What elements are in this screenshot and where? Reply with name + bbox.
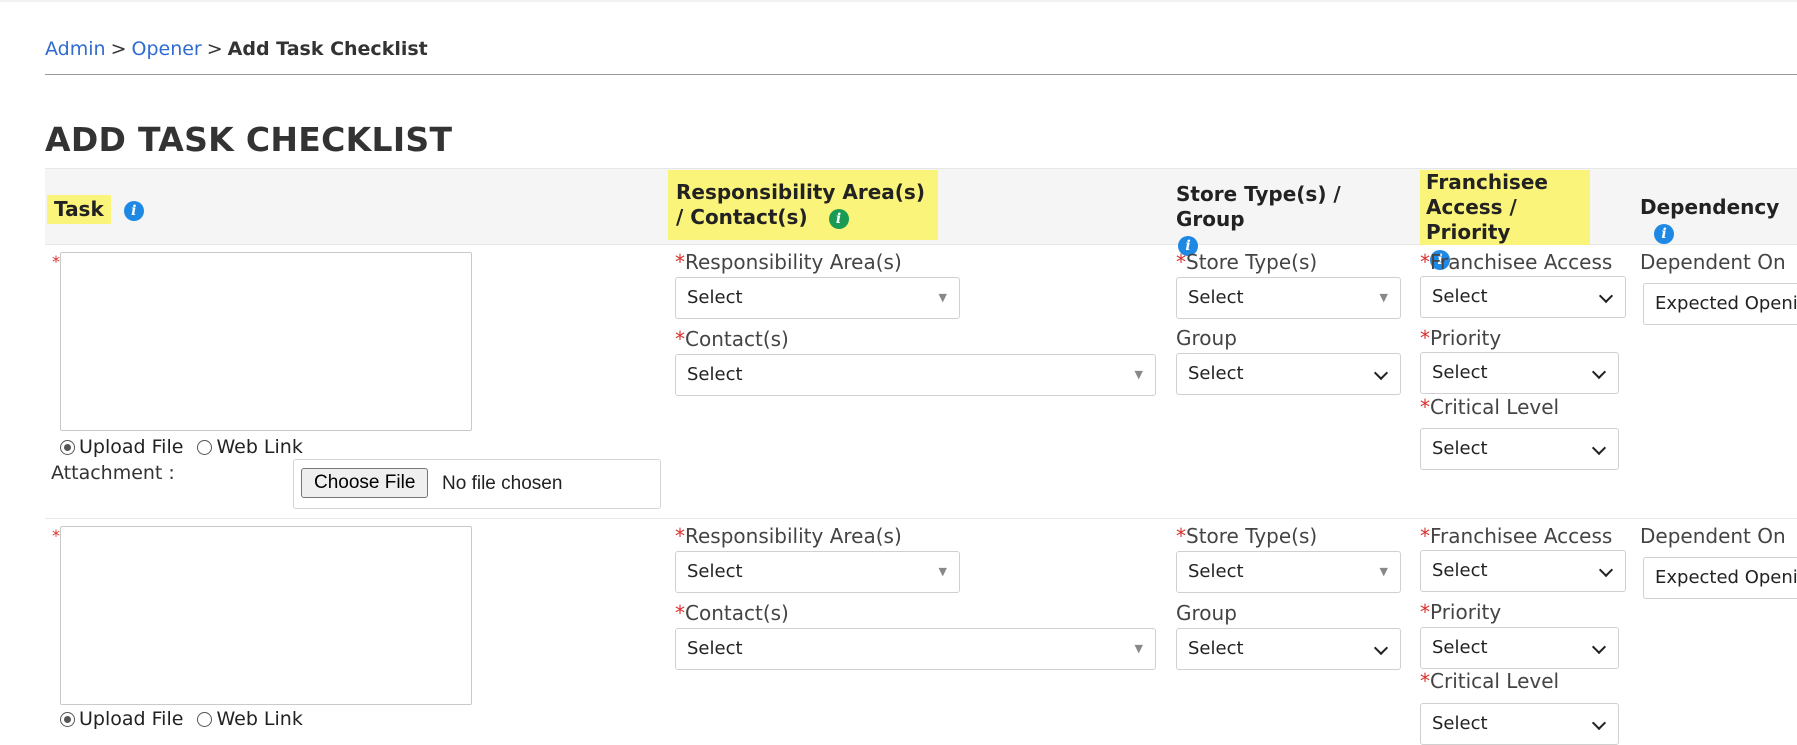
required-mark: *	[52, 526, 60, 545]
header-responsibility-label: Responsibility Area(s) / Contact(s)	[676, 180, 925, 229]
task-row: * Upload File Web Link *Responsibility A…	[45, 522, 1797, 745]
row-divider	[45, 518, 1797, 519]
header-store-type-label: Store Type(s) / Group	[1176, 182, 1341, 231]
breadcrumb-separator: >	[206, 38, 223, 60]
dependent-on-label: Dependent On	[1640, 250, 1786, 274]
caret-down-icon: ▼	[1134, 642, 1143, 655]
header-responsibility: Responsibility Area(s) / Contact(s) i	[668, 170, 938, 240]
table-header: Task i Responsibility Area(s) / Contact(…	[45, 168, 1797, 270]
top-border	[0, 0, 1797, 2]
chevron-down-icon	[1373, 640, 1389, 656]
dependent-on-select[interactable]: Expected Openin	[1643, 557, 1797, 599]
chevron-down-icon	[1591, 715, 1607, 731]
header-dependency: Dependency i	[1640, 195, 1797, 245]
page-title: ADD TASK CHECKLIST	[45, 120, 453, 159]
priority-select[interactable]: Select	[1420, 627, 1619, 669]
group-label: Group	[1176, 326, 1237, 350]
responsibility-area-select[interactable]: Select ▼	[675, 277, 960, 319]
chevron-down-icon	[1591, 364, 1607, 380]
group-label: Group	[1176, 601, 1237, 625]
dependent-on-select[interactable]: Expected Openin	[1643, 283, 1797, 325]
chevron-down-icon	[1373, 365, 1389, 381]
breadcrumb-current: Add Task Checklist	[227, 38, 428, 60]
attachment-type-options: Upload File Web Link	[60, 436, 303, 458]
task-textarea[interactable]	[60, 252, 472, 431]
breadcrumb: Admin > Opener > Add Task Checklist	[45, 38, 428, 60]
task-textarea[interactable]	[60, 526, 472, 705]
attachment-label: Attachment :	[51, 462, 175, 484]
web-link-radio[interactable]	[197, 440, 213, 455]
web-link-radio[interactable]	[197, 712, 213, 727]
info-icon[interactable]: i	[123, 200, 144, 221]
chevron-down-icon	[1598, 562, 1614, 578]
caret-down-icon: ▼	[938, 565, 947, 578]
critical-level-label: *Critical Level	[1420, 669, 1560, 693]
header-task-label: Task	[47, 195, 111, 224]
caret-down-icon: ▼	[1379, 565, 1388, 578]
priority-label: *Priority	[1420, 600, 1502, 624]
group-select[interactable]: Select	[1176, 628, 1401, 670]
upload-file-label: Upload File	[79, 708, 184, 730]
caret-down-icon: ▼	[1379, 291, 1388, 304]
chevron-down-icon	[1591, 440, 1607, 456]
header-task: Task i	[47, 195, 144, 224]
file-input: Choose File No file chosen	[293, 459, 661, 509]
info-icon[interactable]: i	[828, 208, 849, 229]
header-dependency-label: Dependency	[1640, 195, 1780, 219]
franchisee-access-label: *Franchisee Access	[1420, 524, 1613, 548]
responsibility-area-label: *Responsibility Area(s)	[675, 524, 902, 548]
store-types-select[interactable]: Select ▼	[1176, 277, 1401, 319]
header-franchisee-label: Franchisee Access / Priority	[1420, 170, 1590, 245]
web-link-label: Web Link	[216, 436, 303, 458]
critical-level-select[interactable]: Select	[1420, 428, 1619, 470]
required-mark: *	[52, 252, 60, 271]
critical-level-select[interactable]: Select	[1420, 703, 1619, 745]
attachment-type-options: Upload File Web Link	[60, 708, 303, 730]
upload-file-label: Upload File	[79, 436, 184, 458]
breadcrumb-divider	[45, 74, 1797, 75]
caret-down-icon: ▼	[938, 291, 947, 304]
group-select[interactable]: Select	[1176, 353, 1401, 395]
franchisee-access-label: *Franchisee Access	[1420, 250, 1613, 274]
chevron-down-icon	[1591, 639, 1607, 655]
franchisee-access-select[interactable]: Select	[1420, 550, 1626, 592]
upload-file-radio[interactable]	[60, 440, 75, 455]
upload-file-radio[interactable]	[60, 712, 75, 727]
info-icon[interactable]: i	[1654, 223, 1674, 244]
store-types-label: *Store Type(s)	[1176, 524, 1318, 548]
priority-select[interactable]: Select	[1420, 352, 1619, 394]
franchisee-access-select[interactable]: Select	[1420, 276, 1626, 318]
contacts-label: *Contact(s)	[675, 601, 789, 625]
contacts-select[interactable]: Select ▼	[675, 628, 1156, 670]
contacts-select[interactable]: Select ▼	[675, 354, 1156, 396]
breadcrumb-admin-link[interactable]: Admin	[45, 38, 106, 60]
breadcrumb-separator: >	[110, 38, 127, 60]
responsibility-area-label: *Responsibility Area(s)	[675, 250, 902, 274]
store-types-select[interactable]: Select ▼	[1176, 551, 1401, 593]
chevron-down-icon	[1598, 288, 1614, 304]
critical-level-label: *Critical Level	[1420, 395, 1560, 419]
contacts-label: *Contact(s)	[675, 327, 789, 351]
store-types-label: *Store Type(s)	[1176, 250, 1318, 274]
choose-file-button[interactable]: Choose File	[301, 468, 429, 498]
dependent-on-label: Dependent On	[1640, 524, 1786, 548]
header-store-type: Store Type(s) / Group i	[1176, 182, 1406, 257]
breadcrumb-opener-link[interactable]: Opener	[131, 38, 201, 60]
priority-label: *Priority	[1420, 326, 1502, 350]
responsibility-area-select[interactable]: Select ▼	[675, 551, 960, 593]
caret-down-icon: ▼	[1134, 368, 1143, 381]
task-row: * Upload File Web Link Attachment : Choo…	[45, 248, 1797, 516]
web-link-label: Web Link	[216, 708, 303, 730]
file-status: No file chosen	[442, 473, 563, 494]
